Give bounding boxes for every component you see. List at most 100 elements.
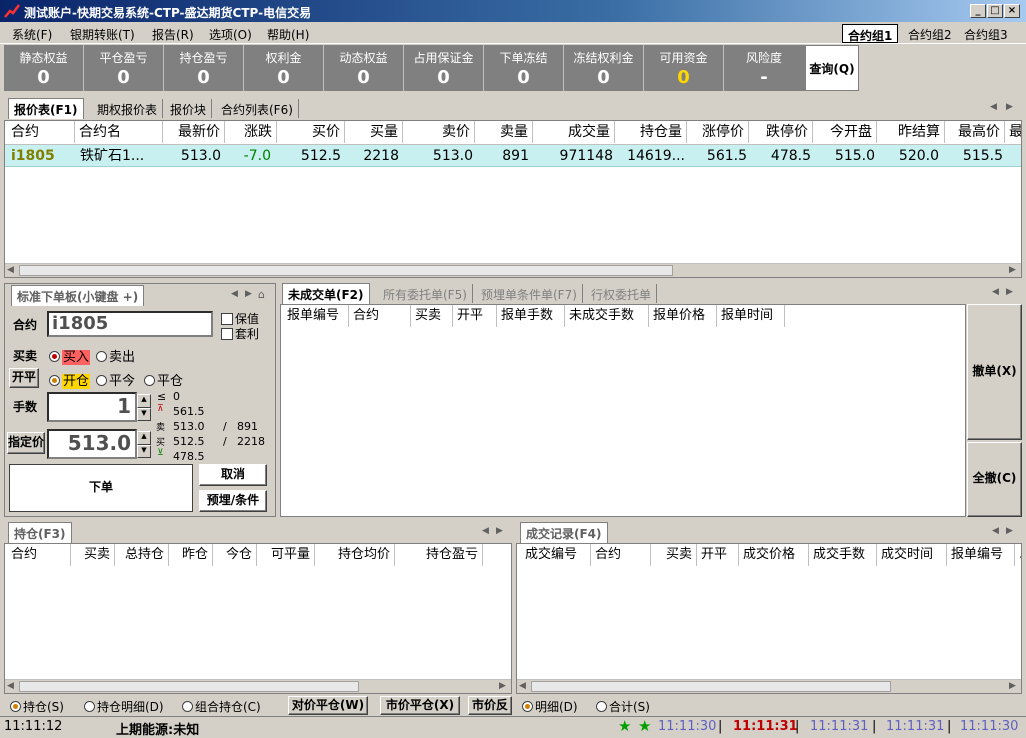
arbitrage-check-icon[interactable] bbox=[221, 328, 233, 340]
trades-scroll-thumb[interactable] bbox=[531, 681, 891, 692]
tab-contract-group-1[interactable]: 合约组1 bbox=[842, 24, 899, 43]
offset-button[interactable]: 开平 bbox=[9, 368, 39, 388]
tab-quote-table[interactable]: 报价表(F1) bbox=[8, 98, 84, 119]
col-more[interactable]: 最 bbox=[1005, 121, 1021, 143]
scroll-left-icon[interactable]: ◀ bbox=[7, 265, 14, 275]
col-pos-pnl[interactable]: 持仓盈亏 bbox=[395, 544, 483, 566]
col-pos-avg-price[interactable]: 持仓均价 bbox=[315, 544, 395, 566]
combo-positions-radio[interactable]: 组合持仓(C) bbox=[182, 698, 261, 715]
tab-trades[interactable]: 成交记录(F4) bbox=[520, 522, 608, 543]
col-trade-time[interactable]: 成交时间 bbox=[877, 544, 947, 566]
order-tab-left-icon[interactable]: ◀ bbox=[231, 289, 238, 299]
close-radio-icon[interactable] bbox=[144, 375, 155, 386]
menu-options[interactable]: 选项(O) bbox=[209, 26, 252, 43]
price-down-icon[interactable]: ▼ bbox=[137, 444, 151, 458]
trades-total-radio-icon[interactable] bbox=[596, 701, 607, 712]
price-up-icon[interactable]: ▲ bbox=[137, 431, 151, 445]
tab-order-board[interactable]: 标准下单板(小键盘 +) bbox=[11, 285, 145, 306]
pos-scroll-left-icon[interactable]: ◀ bbox=[7, 681, 14, 691]
col-last[interactable]: 最新价 bbox=[163, 121, 225, 143]
pos-scroll-thumb[interactable] bbox=[19, 681, 359, 692]
open-radio[interactable]: 开仓 bbox=[49, 370, 91, 389]
tab-positions[interactable]: 持仓(F3) bbox=[8, 522, 72, 543]
menu-bank-transfer[interactable]: 银期转账(T) bbox=[70, 26, 135, 43]
scroll-thumb[interactable] bbox=[19, 265, 673, 276]
col-code[interactable]: 合约 bbox=[7, 121, 75, 143]
col-pos-closable[interactable]: 可平量 bbox=[257, 544, 315, 566]
qty-down-icon[interactable]: ▼ bbox=[137, 407, 151, 421]
tab-scroll-left-icon[interactable]: ◀ bbox=[990, 102, 997, 112]
quote-hscrollbar[interactable]: ◀ ▶ bbox=[5, 263, 1021, 277]
price-type-button[interactable]: 指定价 bbox=[7, 432, 45, 454]
col-presettle[interactable]: 昨结算 bbox=[877, 121, 945, 143]
menu-report[interactable]: 报告(R) bbox=[152, 26, 194, 43]
collapse-icon[interactable]: ⌂ bbox=[258, 288, 265, 301]
cancel-order-button[interactable]: 撤单(X) bbox=[967, 304, 1022, 440]
trades-detail-radio-icon[interactable] bbox=[522, 701, 533, 712]
positions-tab-left-icon[interactable]: ◀ bbox=[482, 526, 489, 536]
combo-radio-icon[interactable] bbox=[182, 701, 193, 712]
col-high[interactable]: 最高价 bbox=[945, 121, 1005, 143]
price-input[interactable]: 513.0 bbox=[47, 429, 137, 459]
col-ask[interactable]: 卖价 bbox=[403, 121, 475, 143]
col-volume[interactable]: 成交量 bbox=[533, 121, 615, 143]
trades-hscrollbar[interactable]: ◀ ▶ bbox=[517, 679, 1021, 693]
col-trade-qty[interactable]: 成交手数 bbox=[809, 544, 877, 566]
qty-input[interactable]: 1 bbox=[47, 392, 137, 422]
trades-tab-right-icon[interactable]: ▶ bbox=[1006, 526, 1013, 536]
col-change[interactable]: 涨跌 bbox=[225, 121, 277, 143]
col-trade-id[interactable]: 成交编号 bbox=[521, 544, 591, 566]
tab-preset-orders[interactable]: 预埋单条件单(F7) bbox=[476, 284, 583, 303]
col-pos-today[interactable]: 今仓 bbox=[213, 544, 257, 566]
positions-radio-icon[interactable] bbox=[10, 701, 21, 712]
col-trade-order-id[interactable]: 报单编号 bbox=[947, 544, 1015, 566]
trades-detail-radio[interactable]: 明细(D) bbox=[522, 698, 578, 715]
order-tab-right-icon[interactable]: ▶ bbox=[245, 289, 252, 299]
arbitrage-checkbox[interactable]: 套利 bbox=[221, 325, 259, 342]
maximize-button[interactable]: □ bbox=[987, 4, 1003, 18]
buy-radio[interactable]: 买入 bbox=[49, 346, 91, 365]
positions-detail-radio[interactable]: 持仓明细(D) bbox=[84, 698, 164, 715]
pending-tab-right-icon[interactable]: ▶ bbox=[1006, 287, 1013, 297]
col-pos-side[interactable]: 买卖 bbox=[71, 544, 115, 566]
col-name[interactable]: 合约名 bbox=[75, 121, 163, 143]
col-trade-contract[interactable]: 合约 bbox=[591, 544, 651, 566]
col-open[interactable]: 今开盘 bbox=[813, 121, 877, 143]
col-contract[interactable]: 合约 bbox=[349, 305, 411, 327]
col-trade-side[interactable]: 买卖 bbox=[651, 544, 697, 566]
pending-tab-left-icon[interactable]: ◀ bbox=[992, 287, 999, 297]
tab-contract-list[interactable]: 合约列表(F6) bbox=[216, 99, 299, 118]
contract-input[interactable]: i1805 bbox=[47, 311, 213, 337]
trades-scroll-left-icon[interactable]: ◀ bbox=[519, 681, 526, 691]
tab-exercise-orders[interactable]: 行权委托单 bbox=[586, 284, 658, 303]
col-side[interactable]: 买卖 bbox=[411, 305, 453, 327]
trades-scroll-right-icon[interactable]: ▶ bbox=[1009, 681, 1016, 691]
qty-stepper[interactable]: ▲ ▼ bbox=[137, 394, 151, 421]
tab-contract-group-3[interactable]: 合约组3 bbox=[959, 24, 1013, 43]
menu-system[interactable]: 系统(F) bbox=[12, 26, 52, 43]
col-pos-contract[interactable]: 合约 bbox=[7, 544, 71, 566]
submit-order-button[interactable]: 下单 bbox=[9, 464, 193, 512]
col-trade-offset[interactable]: 开平 bbox=[697, 544, 739, 566]
menu-help[interactable]: 帮助(H) bbox=[267, 26, 309, 43]
query-button[interactable]: 查询(Q) bbox=[805, 45, 859, 91]
minimize-button[interactable]: _ bbox=[970, 4, 986, 18]
positions-detail-radio-icon[interactable] bbox=[84, 701, 95, 712]
close-button[interactable]: × bbox=[1004, 4, 1020, 18]
col-open-interest[interactable]: 持仓量 bbox=[615, 121, 687, 143]
col-trade-more[interactable]: . bbox=[1015, 544, 1021, 566]
close-radio[interactable]: 平仓 bbox=[144, 370, 183, 389]
col-pos-total[interactable]: 总持仓 bbox=[115, 544, 169, 566]
preset-order-button[interactable]: 预埋/条件 bbox=[199, 490, 267, 512]
open-radio-icon[interactable] bbox=[49, 375, 60, 386]
close-today-radio-icon[interactable] bbox=[96, 375, 107, 386]
pos-scroll-right-icon[interactable]: ▶ bbox=[499, 681, 506, 691]
scroll-right-icon[interactable]: ▶ bbox=[1009, 265, 1016, 275]
positions-tab-right-icon[interactable]: ▶ bbox=[496, 526, 503, 536]
positions-summary-radio[interactable]: 持仓(S) bbox=[10, 698, 64, 715]
trades-total-radio[interactable]: 合计(S) bbox=[596, 698, 650, 715]
col-bid-vol[interactable]: 买量 bbox=[345, 121, 403, 143]
col-order-time[interactable]: 报单时间 bbox=[717, 305, 785, 327]
qty-up-icon[interactable]: ▲ bbox=[137, 394, 151, 408]
tab-quote-block[interactable]: 报价块 bbox=[165, 99, 213, 118]
